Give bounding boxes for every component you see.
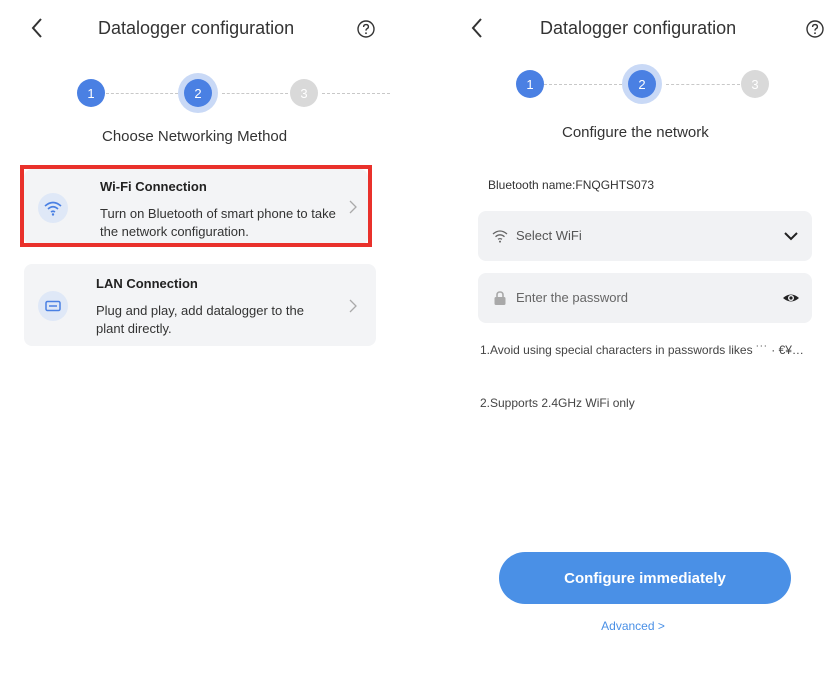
step-2: 2 xyxy=(184,79,212,107)
wifi-band-note: 2.Supports 2.4GHz WiFi only xyxy=(480,396,635,410)
lock-icon xyxy=(494,291,506,305)
top-bar: Datalogger configuration xyxy=(440,14,826,44)
networking-method-screen: Datalogger configuration 1 2 3 Choose Ne… xyxy=(0,0,390,677)
step-indicator: 1 2 3 xyxy=(0,73,390,113)
page-title: Datalogger configuration xyxy=(540,18,737,38)
top-bar: Datalogger configuration xyxy=(0,14,390,44)
back-arrow-icon[interactable] xyxy=(28,16,48,40)
password-field[interactable]: Enter the password xyxy=(478,273,812,323)
help-icon[interactable] xyxy=(357,20,375,38)
bluetooth-name: Bluetooth name:FNQGHTS073 xyxy=(488,178,655,192)
wifi-select-dropdown[interactable]: Select WiFi xyxy=(478,211,812,261)
configure-network-screen: Datalogger configuration 1 2 3 Configure… xyxy=(440,0,826,677)
lan-connection-option[interactable]: LAN Connection Plug and play, add datalo… xyxy=(24,264,376,346)
help-icon[interactable] xyxy=(806,20,824,38)
lan-icon xyxy=(38,291,68,321)
chevron-right-icon xyxy=(349,299,357,313)
step-indicator: 1 2 3 xyxy=(440,64,826,104)
section-subtitle: Configure the network xyxy=(562,124,709,141)
step-2-ring: 2 xyxy=(178,73,218,113)
option-title: LAN Connection xyxy=(96,276,198,291)
section-subtitle: Choose Networking Method xyxy=(102,128,288,145)
wifi-icon xyxy=(492,230,508,243)
step-3: 3 xyxy=(741,70,769,98)
step-2: 2 xyxy=(628,70,656,98)
password-note: 1.Avoid using special characters in pass… xyxy=(480,343,804,357)
wifi-select-value: Select WiFi xyxy=(516,228,582,243)
advanced-link[interactable]: Advanced > xyxy=(440,619,826,633)
eye-icon[interactable] xyxy=(782,289,800,307)
configure-immediately-button[interactable]: Configure immediately xyxy=(499,552,791,604)
step-1: 1 xyxy=(516,70,544,98)
step-1: 1 xyxy=(77,79,105,107)
back-arrow-icon[interactable] xyxy=(468,16,488,40)
highlight-box xyxy=(20,165,372,247)
page-title: Datalogger configuration xyxy=(98,18,295,38)
step-2-ring: 2 xyxy=(622,64,662,104)
step-3: 3 xyxy=(290,79,318,107)
password-input[interactable]: Enter the password xyxy=(516,290,628,305)
chevron-down-icon[interactable] xyxy=(782,227,800,245)
option-description: Plug and play, add datalogger to the pla… xyxy=(96,303,304,336)
